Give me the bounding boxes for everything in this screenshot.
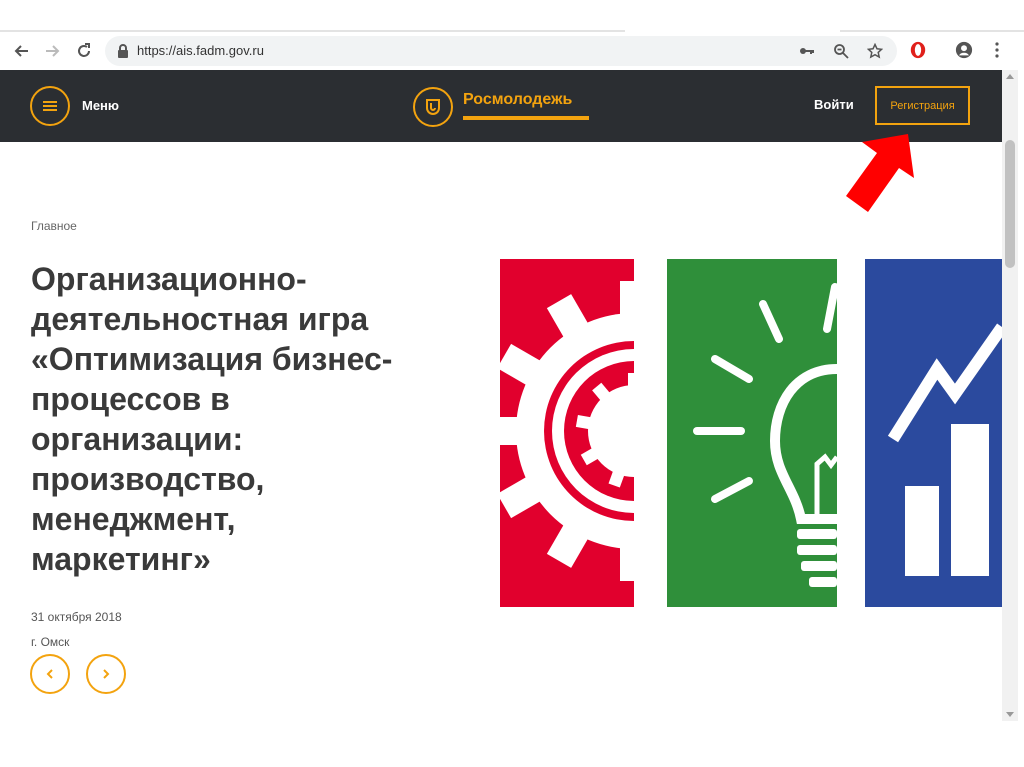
growth-chart-icon (865, 259, 1002, 607)
arrow-right-icon (46, 45, 60, 57)
title-line: маркетинг» (31, 541, 211, 577)
logo-text[interactable]: Росмолодежь (463, 91, 572, 109)
breadcrumb[interactable]: Главное (31, 219, 77, 233)
logo-underline (463, 116, 589, 120)
banner-lightbulb-panel (667, 259, 837, 607)
reload-icon (78, 43, 90, 57)
rosmolodezh-logo-icon (426, 99, 440, 115)
back-button[interactable] (8, 37, 36, 65)
opera-extension-button[interactable] (908, 40, 928, 60)
tab-strip-right (840, 30, 1024, 32)
browser-menu-button[interactable] (987, 40, 1007, 60)
tab-strip (0, 30, 1024, 32)
page-footer-blank (0, 721, 1024, 767)
account-button[interactable] (954, 40, 974, 60)
title-line: менеджмент, (31, 501, 236, 537)
login-link[interactable]: Войти (814, 97, 854, 112)
hamburger-icon (43, 101, 57, 111)
scroll-thumb[interactable] (1005, 140, 1015, 268)
key-icon[interactable] (799, 43, 815, 59)
address-bar[interactable]: https://ais.fadm.gov.ru (105, 36, 897, 66)
gear-icon (500, 259, 634, 607)
lightbulb-icon (667, 259, 837, 607)
title-line: организации: (31, 421, 244, 457)
title-line: производство, (31, 461, 265, 497)
reload-button[interactable] (70, 37, 98, 65)
logo-emblem[interactable] (413, 87, 453, 127)
banner-gear-panel (500, 259, 634, 607)
page-scrollbar[interactable] (1002, 70, 1018, 721)
title-line: Организационно- (31, 261, 307, 297)
title-line: деятельностная игра (31, 301, 369, 337)
annotation-arrow-icon (846, 134, 914, 212)
next-button[interactable] (86, 654, 126, 694)
arrow-left-icon (14, 45, 28, 57)
star-icon[interactable] (867, 43, 883, 59)
menu-label[interactable]: Меню (82, 98, 119, 113)
forward-button[interactable] (38, 37, 66, 65)
page-title: Организационно- деятельностная игра «Опт… (31, 259, 471, 579)
more-vertical-icon (995, 42, 999, 58)
scroll-up-arrow[interactable] (1006, 74, 1014, 79)
account-icon (955, 41, 973, 59)
zoom-icon[interactable] (833, 43, 849, 59)
menu-button[interactable] (30, 86, 70, 126)
title-line: «Оптимизация бизнес- (31, 341, 393, 377)
tab-strip-left (0, 30, 625, 32)
title-line: процессов в (31, 381, 230, 417)
chevron-left-icon (46, 669, 53, 679)
opera-icon (910, 41, 926, 59)
browser-chrome: https://ais.fadm.gov.ru (0, 0, 1024, 70)
scroll-down-arrow[interactable] (1006, 712, 1014, 717)
lock-icon (118, 44, 128, 58)
browser-toolbar: https://ais.fadm.gov.ru (0, 34, 1024, 68)
chevron-right-icon (103, 669, 110, 679)
url-text: https://ais.fadm.gov.ru (137, 43, 264, 58)
register-button[interactable]: Регистрация (875, 86, 970, 125)
event-city: г. Омск (31, 635, 70, 649)
event-date: 31 октября 2018 (31, 610, 122, 624)
prev-button[interactable] (30, 654, 70, 694)
banner-growth-chart-panel (865, 259, 1002, 607)
